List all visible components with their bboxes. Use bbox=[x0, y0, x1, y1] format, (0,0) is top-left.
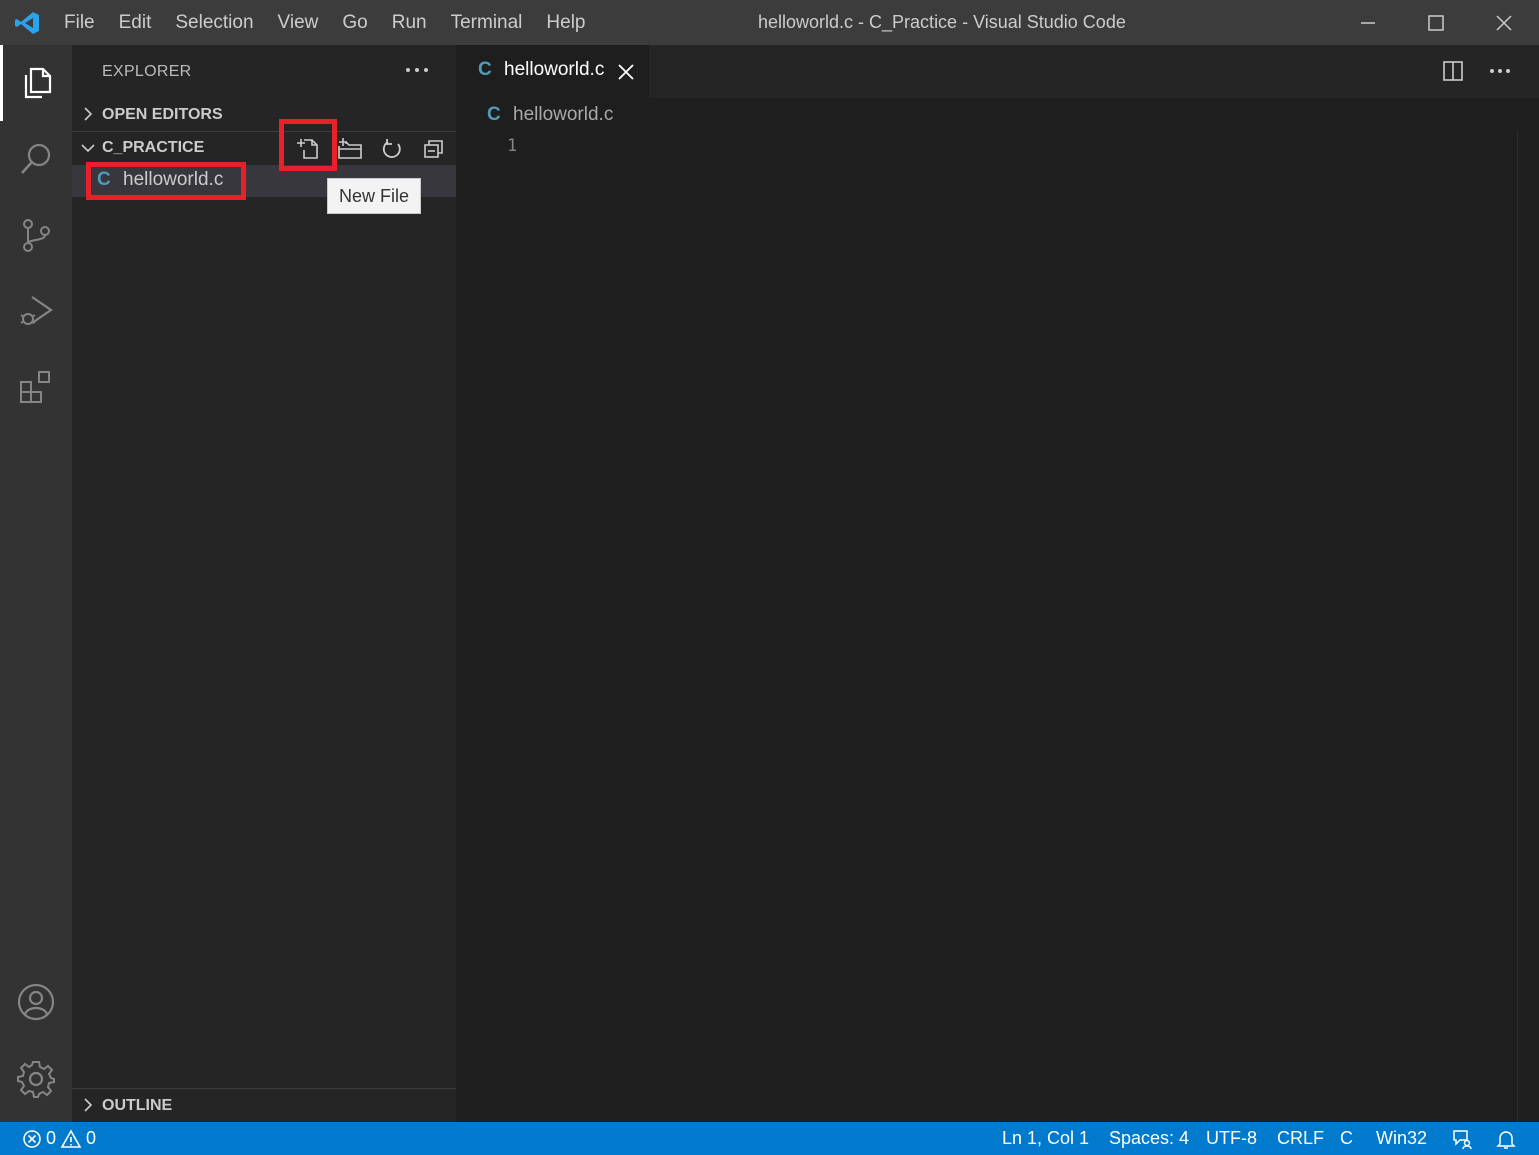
feedback-icon[interactable] bbox=[1451, 1128, 1473, 1150]
explorer-icon bbox=[24, 67, 52, 99]
c-file-icon: C bbox=[478, 59, 492, 80]
refresh-icon bbox=[382, 138, 401, 158]
menu-selection[interactable]: Selection bbox=[163, 0, 265, 45]
more-icon bbox=[1490, 69, 1510, 73]
menu-view[interactable]: View bbox=[266, 0, 331, 45]
activity-manage[interactable] bbox=[0, 1041, 72, 1117]
encoding[interactable]: UTF-8 bbox=[1206, 1122, 1257, 1155]
menu-help[interactable]: Help bbox=[534, 0, 597, 45]
breadcrumb-item[interactable]: helloworld.c bbox=[513, 104, 613, 126]
activity-extensions[interactable] bbox=[0, 349, 72, 425]
activity-search[interactable] bbox=[0, 121, 72, 197]
status-bar: 0 0 Ln 1, Col 1 Spaces: 4 UTF-8 CRLF C W… bbox=[0, 1122, 1539, 1155]
window-title: helloworld.c - C_Practice - Visual Studi… bbox=[758, 12, 1126, 32]
refresh-button[interactable] bbox=[371, 132, 413, 165]
collapse-all-button[interactable] bbox=[413, 132, 455, 165]
explorer-title: EXPLORER bbox=[102, 63, 192, 80]
editor-tabs-bar: C helloworld.c bbox=[456, 45, 1539, 98]
cursor-position[interactable]: Ln 1, Col 1 bbox=[1002, 1122, 1089, 1155]
warning-count: 0 bbox=[86, 1128, 97, 1148]
activity-bar bbox=[0, 45, 72, 1122]
run-debug-icon bbox=[20, 296, 53, 325]
settings-gear-icon bbox=[17, 1061, 55, 1098]
maximize-button[interactable] bbox=[1402, 0, 1470, 45]
menu-file[interactable]: File bbox=[52, 0, 107, 45]
end-of-line[interactable]: CRLF bbox=[1277, 1122, 1324, 1155]
open-editors-label: OPEN EDITORS bbox=[102, 105, 223, 123]
menu-run[interactable]: Run bbox=[380, 0, 439, 45]
collapse-all-icon bbox=[424, 139, 443, 158]
search-icon bbox=[21, 143, 51, 174]
close-window-button[interactable] bbox=[1470, 0, 1538, 45]
source-control-icon bbox=[23, 219, 50, 252]
new-folder-icon bbox=[338, 137, 362, 159]
editor-more-actions[interactable] bbox=[1485, 58, 1515, 84]
notifications-bell-icon[interactable] bbox=[1495, 1128, 1517, 1150]
tab-label: helloworld.c bbox=[504, 59, 605, 80]
activity-explorer[interactable] bbox=[0, 45, 72, 121]
account-icon bbox=[17, 983, 55, 1021]
c-file-icon: C bbox=[487, 104, 501, 125]
problems-indicator[interactable]: 0 0 bbox=[22, 1122, 96, 1155]
warning-icon bbox=[60, 1128, 82, 1148]
activity-accounts[interactable] bbox=[0, 964, 72, 1040]
file-highlight bbox=[86, 162, 246, 200]
split-editor-icon bbox=[1443, 61, 1463, 81]
title-bar: File Edit Selection View Go Run Terminal… bbox=[0, 0, 1539, 45]
new-file-highlight bbox=[279, 119, 337, 171]
close-icon bbox=[1496, 14, 1512, 31]
editor-scrollbar[interactable] bbox=[1517, 130, 1518, 1122]
chevron-down-icon bbox=[81, 144, 95, 153]
menu-go[interactable]: Go bbox=[330, 0, 379, 45]
outline-label: OUTLINE bbox=[102, 1096, 173, 1114]
language-mode[interactable]: C bbox=[1340, 1122, 1353, 1155]
new-file-tooltip: New File bbox=[327, 178, 421, 214]
platform[interactable]: Win32 bbox=[1376, 1122, 1427, 1155]
menu-terminal[interactable]: Terminal bbox=[439, 0, 535, 45]
extensions-icon bbox=[20, 371, 50, 403]
minimize-button[interactable] bbox=[1334, 0, 1402, 45]
open-editors-section[interactable]: OPEN EDITORS bbox=[72, 98, 456, 131]
more-icon bbox=[406, 68, 428, 72]
outline-section[interactable]: OUTLINE bbox=[72, 1089, 456, 1122]
activity-run-debug[interactable] bbox=[0, 273, 72, 349]
explorer-more-actions[interactable] bbox=[402, 57, 432, 83]
menu-bar: File Edit Selection View Go Run Terminal… bbox=[52, 0, 598, 45]
menu-edit[interactable]: Edit bbox=[107, 0, 164, 45]
chevron-right-icon bbox=[84, 1098, 93, 1112]
error-count: 0 bbox=[46, 1128, 57, 1148]
indentation[interactable]: Spaces: 4 bbox=[1109, 1122, 1189, 1155]
maximize-icon bbox=[1428, 14, 1444, 31]
error-icon bbox=[23, 1129, 41, 1148]
folder-section[interactable]: C_PRACTICE bbox=[72, 131, 456, 164]
split-editor-button[interactable] bbox=[1438, 58, 1468, 84]
vscode-logo-icon[interactable] bbox=[14, 10, 40, 36]
folder-label: C_PRACTICE bbox=[102, 139, 205, 156]
chevron-right-icon bbox=[84, 107, 93, 121]
tab-helloworld[interactable]: C helloworld.c bbox=[456, 45, 649, 98]
activity-source-control[interactable] bbox=[0, 197, 72, 273]
minimize-icon bbox=[1361, 21, 1375, 24]
line-number: 1 bbox=[507, 136, 518, 156]
close-tab-icon[interactable] bbox=[616, 62, 636, 82]
